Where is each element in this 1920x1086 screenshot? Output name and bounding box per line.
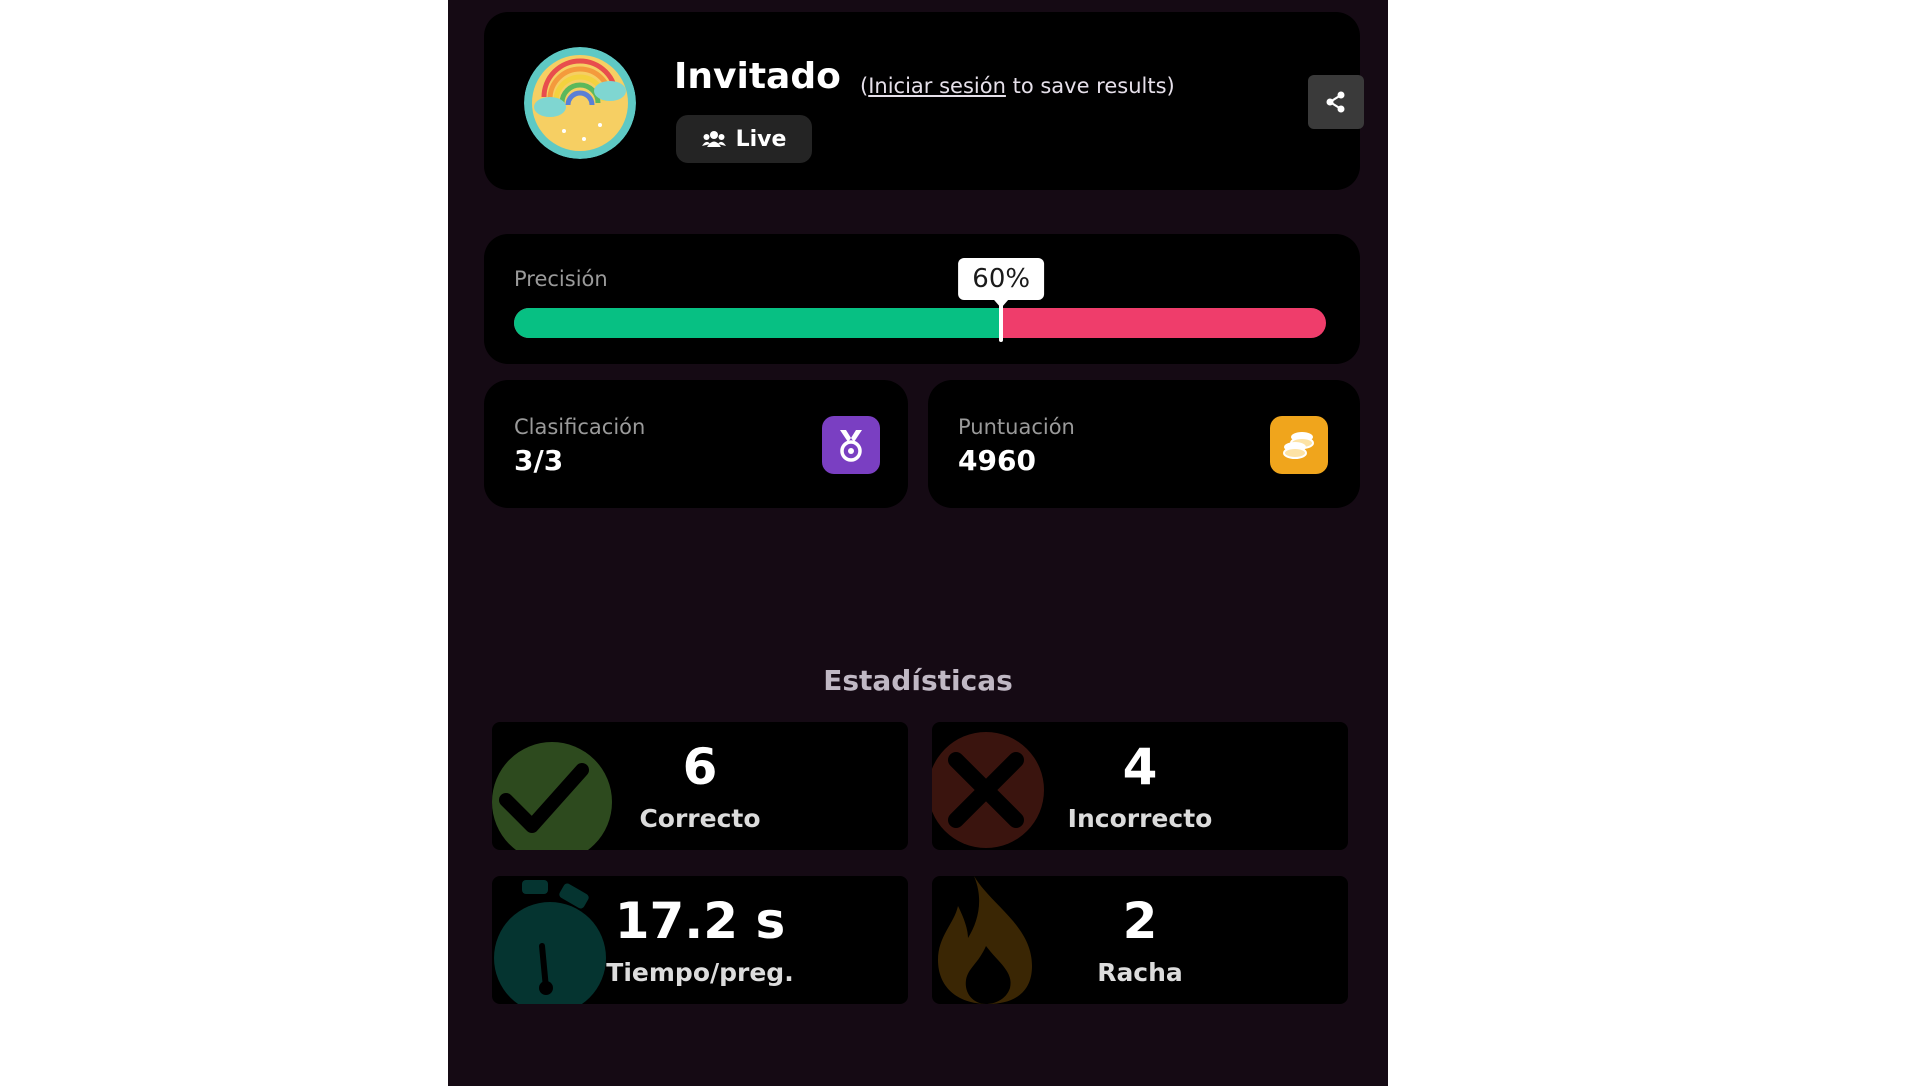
score-card: Puntuación 4960 bbox=[928, 380, 1360, 508]
coins-icon bbox=[1270, 416, 1328, 474]
streak-count: 2 bbox=[1122, 892, 1158, 950]
correct-label: Correcto bbox=[639, 804, 761, 833]
streak-label: Racha bbox=[1097, 958, 1183, 987]
stat-incorrect: 4 Incorrecto bbox=[932, 722, 1348, 850]
stat-time: 17.2 s Tiempo/preg. bbox=[492, 876, 908, 1004]
ranking-card: Clasificación 3/3 bbox=[484, 380, 908, 508]
share-icon bbox=[1326, 91, 1345, 113]
share-button[interactable] bbox=[1308, 75, 1364, 129]
login-link[interactable]: Iniciar sesión bbox=[868, 74, 1006, 98]
results-panel: Invitado (Iniciar sesión to save results… bbox=[448, 0, 1388, 1086]
precision-card: Precisión 60% bbox=[484, 234, 1360, 364]
player-card: Invitado (Iniciar sesión to save results… bbox=[484, 12, 1364, 190]
incorrect-label: Incorrecto bbox=[1067, 804, 1213, 833]
live-mode-badge: Live bbox=[676, 115, 812, 163]
login-note: (Iniciar sesión to save results) bbox=[860, 74, 1175, 98]
precision-percent: 60% bbox=[958, 258, 1045, 308]
stats-title: Estadísticas bbox=[823, 664, 1013, 697]
stat-streak: 2 Racha bbox=[932, 876, 1348, 1004]
users-icon bbox=[701, 131, 726, 147]
time-label: Tiempo/preg. bbox=[606, 958, 794, 987]
precision-label: Precisión bbox=[514, 267, 608, 291]
correct-count: 6 bbox=[682, 738, 718, 796]
score-label: Puntuación bbox=[958, 415, 1075, 439]
precision-marker bbox=[999, 304, 1004, 342]
precision-correct-fill bbox=[514, 308, 1002, 338]
ranking-value: 3/3 bbox=[514, 444, 564, 477]
live-label: Live bbox=[735, 126, 787, 152]
precision-bar bbox=[514, 308, 1326, 338]
medal-icon bbox=[822, 416, 880, 474]
time-per-question: 17.2 s bbox=[614, 892, 786, 950]
incorrect-count: 4 bbox=[1122, 738, 1158, 796]
username: Invitado bbox=[674, 56, 841, 97]
stat-correct: 6 Correcto bbox=[492, 722, 908, 850]
avatar bbox=[524, 47, 636, 159]
ranking-label: Clasificación bbox=[514, 415, 646, 439]
score-value: 4960 bbox=[958, 444, 1036, 477]
